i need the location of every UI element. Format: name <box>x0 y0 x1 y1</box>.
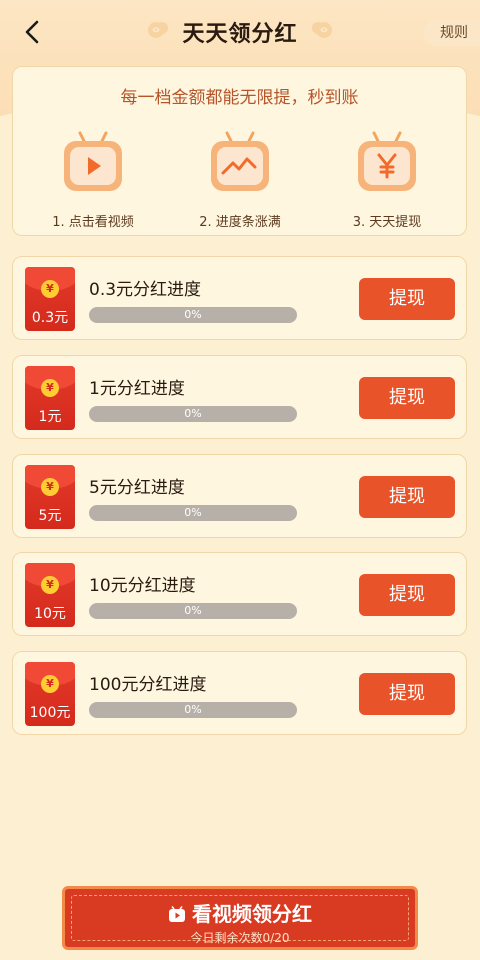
progress-text: 0% <box>184 604 202 617</box>
tier-row-10: ¥ 10元 10元分红进度 0% 提现 <box>12 552 467 636</box>
step-daily-withdraw: 3. 天天提现 <box>327 129 447 230</box>
envelope-amount: 5元 <box>38 508 62 524</box>
progress-text: 0% <box>184 506 202 519</box>
red-envelope-icon: ¥ 5元 <box>25 465 75 529</box>
progress-text: 0% <box>184 407 202 420</box>
play-video-icon <box>169 906 185 922</box>
page-title: 天天领分红 <box>182 22 298 47</box>
yen-coin-icon: ¥ <box>41 576 59 594</box>
envelope-amount: 0.3元 <box>31 310 69 326</box>
step-label: 1. 点击看视频 <box>52 215 134 230</box>
progress-bar: 0% <box>89 702 297 718</box>
tier-row-5: ¥ 5元 5元分红进度 0% 提现 <box>12 454 467 538</box>
tier-row-1: ¥ 1元 1元分红进度 0% 提现 <box>12 355 467 439</box>
steps-headline: 每一档金额都能无限提，秒到账 <box>120 88 359 108</box>
red-envelope-icon: ¥ 1元 <box>25 366 75 430</box>
tier-row-100: ¥ 100元 100元分红进度 0% 提现 <box>12 651 467 735</box>
tier-title: 100元分红进度 <box>89 675 207 695</box>
back-button[interactable] <box>14 14 50 50</box>
trend-tv-icon <box>211 131 269 191</box>
cta-remaining-count: 今日剩余次数0/20 <box>190 931 290 945</box>
tier-title: 5元分红进度 <box>89 478 185 498</box>
progress-bar: 0% <box>89 603 297 619</box>
red-envelope-icon: ¥ 100元 <box>25 662 75 726</box>
withdraw-button[interactable]: 提现 <box>359 476 455 518</box>
withdraw-button[interactable]: 提现 <box>359 377 455 419</box>
progress-bar: 0% <box>89 505 297 521</box>
cta-main: 看视频领分红 <box>65 898 415 927</box>
chevron-left-icon <box>25 20 39 44</box>
cloud-ornament-icon <box>312 22 332 38</box>
step-watch-video: 1. 点击看视频 <box>33 129 153 230</box>
step-progress-full: 2. 进度条涨满 <box>180 129 300 230</box>
top-bar: 天天领分红 规则 <box>0 0 480 64</box>
withdraw-button[interactable]: 提现 <box>359 574 455 616</box>
envelope-amount: 10元 <box>34 606 66 622</box>
rules-button[interactable]: 规则 <box>424 20 480 46</box>
tier-title: 10元分红进度 <box>89 576 196 596</box>
red-envelope-icon: ¥ 0.3元 <box>25 267 75 331</box>
tier-title: 1元分红进度 <box>89 379 185 399</box>
step-label: 2. 进度条涨满 <box>199 215 281 230</box>
yen-tv-icon <box>358 131 416 191</box>
red-envelope-icon: ¥ 10元 <box>25 563 75 627</box>
yen-coin-icon: ¥ <box>41 675 59 693</box>
progress-bar: 0% <box>89 307 297 323</box>
progress-bar: 0% <box>89 406 297 422</box>
cta-label: 看视频领分红 <box>192 902 312 926</box>
withdraw-button[interactable]: 提现 <box>359 278 455 320</box>
yen-coin-icon: ¥ <box>41 379 59 397</box>
tier-title: 0.3元分红进度 <box>89 280 202 300</box>
withdraw-button[interactable]: 提现 <box>359 673 455 715</box>
yen-coin-icon: ¥ <box>41 280 59 298</box>
watch-video-cta-button[interactable]: 看视频领分红 今日剩余次数0/20 <box>62 886 418 950</box>
step-label: 3. 天天提现 <box>352 215 422 230</box>
yen-coin-icon: ¥ <box>41 478 59 496</box>
play-tv-icon <box>64 131 122 191</box>
envelope-amount: 100元 <box>29 705 71 721</box>
tier-row-0.3: ¥ 0.3元 0.3元分红进度 0% 提现 <box>12 256 467 340</box>
progress-text: 0% <box>184 703 202 716</box>
progress-text: 0% <box>184 308 202 321</box>
steps-card: 每一档金额都能无限提，秒到账 1. 点击看视频 2. 进度条涨满 3. 天天提现 <box>12 66 467 236</box>
envelope-amount: 1元 <box>38 409 62 425</box>
